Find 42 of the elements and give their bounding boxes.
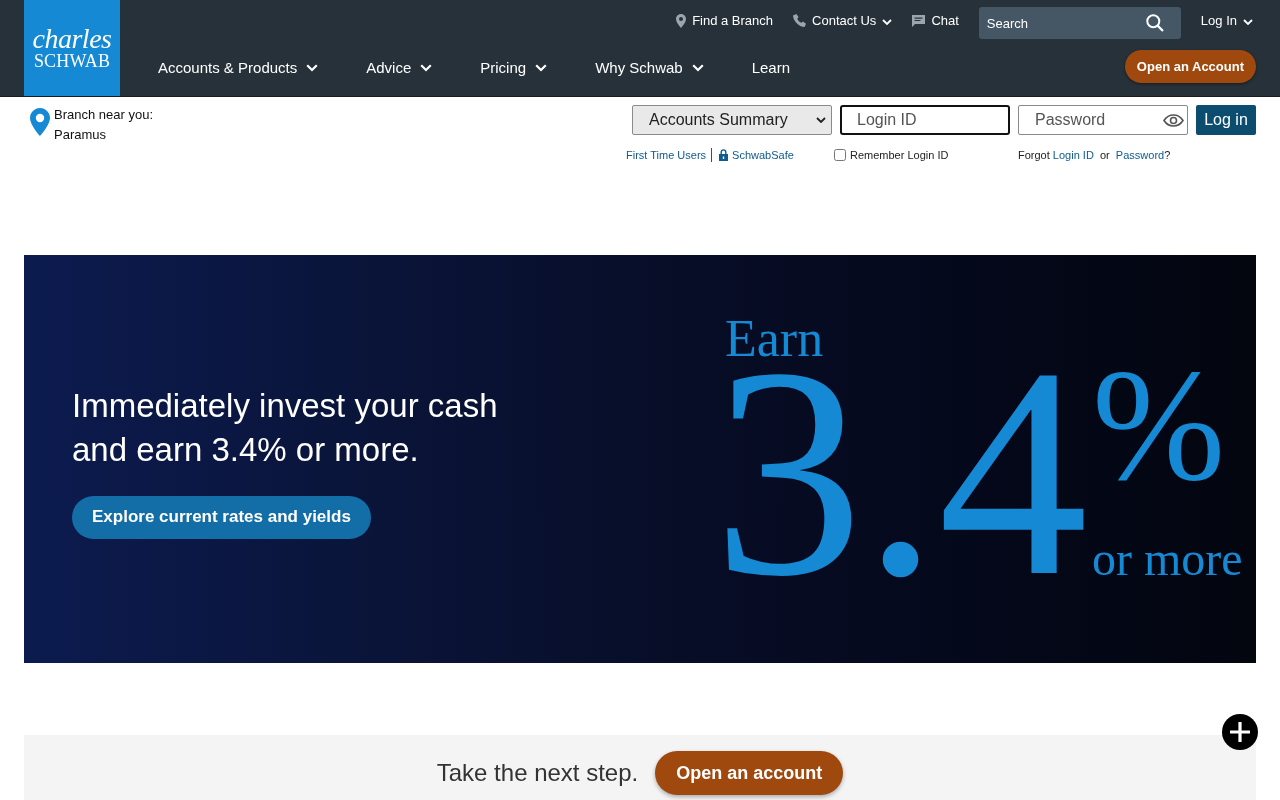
search-field[interactable]: Search bbox=[978, 7, 1181, 39]
search-icon[interactable] bbox=[1145, 14, 1164, 32]
banner-headline: Immediately invest your cash and earn 3.4% or more. bbox=[72, 385, 499, 470]
branch-name: Paramus bbox=[54, 126, 108, 144]
or-more-text: or more bbox=[1092, 535, 1243, 584]
nav-menu-item[interactable]: Pricing bbox=[480, 59, 548, 76]
branch-label: Branch near you: bbox=[54, 106, 153, 124]
chat-bubble-icon bbox=[912, 14, 926, 27]
first-time-users-link[interactable]: First Time Users bbox=[626, 149, 707, 161]
find-branch-link[interactable]: Find a Branch bbox=[676, 13, 774, 28]
contact-link[interactable]: Contact Us bbox=[793, 13, 893, 28]
forgot-credentials-text: Forgot Login ID or Password? bbox=[1018, 149, 1171, 161]
pin-icon bbox=[676, 13, 687, 28]
nav-menu-item[interactable]: Advice bbox=[366, 59, 433, 76]
nav-menu-item[interactable]: Learn bbox=[751, 59, 791, 76]
rate-figure: 3.4 bbox=[713, 361, 1088, 584]
percent-sign: % bbox=[1092, 361, 1226, 489]
eye-icon[interactable] bbox=[1163, 114, 1184, 127]
login-menu-button[interactable]: Log In bbox=[1200, 13, 1253, 28]
remember-label[interactable]: Remember Login ID bbox=[850, 149, 949, 161]
forgot-login-id-link[interactable]: Login ID bbox=[1052, 149, 1094, 161]
login-button[interactable]: Log in bbox=[1196, 105, 1256, 135]
location-pin-icon bbox=[30, 108, 50, 136]
next-step-text: Take the next step. bbox=[436, 758, 639, 788]
explore-rates-button[interactable]: Explore current rates and yields bbox=[72, 495, 371, 539]
earn-text: Earn bbox=[724, 317, 824, 362]
password-field[interactable]: Password bbox=[1018, 105, 1188, 135]
plus-circle-icon[interactable] bbox=[1222, 714, 1258, 750]
account-select[interactable]: Accounts Summary bbox=[632, 105, 832, 135]
lock-icon bbox=[719, 149, 729, 161]
nav-menu-item[interactable]: Why Schwab bbox=[595, 59, 704, 76]
open-account-button[interactable]: Open an account bbox=[655, 751, 844, 795]
nav-menu-item[interactable]: Accounts & Products bbox=[158, 59, 319, 76]
chat-link[interactable]: Chat bbox=[912, 13, 959, 28]
forgot-password-link[interactable]: Password bbox=[1115, 149, 1165, 161]
schwabsafe-link[interactable]: SchwabSafe bbox=[732, 149, 794, 161]
open-account-button[interactable]: Open an Account bbox=[1124, 50, 1256, 83]
phone-icon bbox=[793, 14, 807, 27]
remember-checkbox[interactable] bbox=[834, 149, 846, 161]
login-id-field[interactable]: Login ID bbox=[840, 105, 1010, 135]
home-logo[interactable]: charles SCHWAB bbox=[24, 0, 120, 96]
caret-icon bbox=[816, 117, 826, 123]
